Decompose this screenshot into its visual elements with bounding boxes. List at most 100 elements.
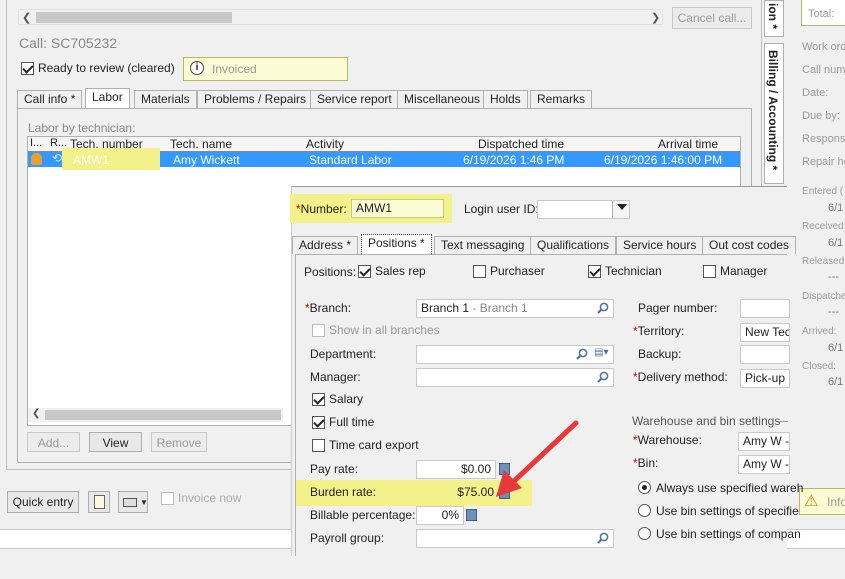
warning-icon: ⚠ bbox=[804, 493, 819, 510]
territory-label: *Territory: bbox=[633, 324, 685, 338]
full-time-checkbox[interactable] bbox=[312, 416, 325, 429]
delivery-method-label: *Delivery method: bbox=[633, 370, 728, 384]
technician-checkbox[interactable] bbox=[588, 265, 601, 278]
payroll-search-icon[interactable] bbox=[597, 532, 609, 544]
billable-percentage-input[interactable]: 0% bbox=[416, 506, 464, 525]
manager-search-icon[interactable] bbox=[597, 371, 609, 383]
sales-rep-label: Sales rep bbox=[375, 264, 426, 278]
total-box: Total: bbox=[801, 0, 845, 26]
department-label: Department: bbox=[310, 347, 377, 361]
bin-input[interactable]: Amy W - A bbox=[738, 455, 790, 474]
field-call-number: Call num bbox=[802, 64, 845, 76]
warehouse-section-divider bbox=[778, 421, 788, 422]
purchaser-checkbox[interactable] bbox=[473, 265, 486, 278]
red-arrow-annotation bbox=[496, 420, 579, 497]
number-input[interactable]: AMW1 bbox=[351, 199, 444, 218]
radio-bin-settings-specified[interactable] bbox=[638, 504, 651, 517]
warehouse-input[interactable]: Amy W - A bbox=[738, 432, 790, 451]
copy-button[interactable] bbox=[88, 491, 110, 513]
printer-icon bbox=[123, 498, 137, 507]
date-closed-label: Closed: bbox=[802, 361, 836, 372]
invoice-now-label: Invoice now bbox=[178, 491, 242, 505]
salary-checkbox[interactable] bbox=[312, 393, 325, 406]
chevron-down-icon bbox=[617, 204, 627, 210]
manager-field-label: Manager: bbox=[310, 370, 361, 384]
vtab-billing-accounting[interactable]: Billing / Accounting * bbox=[764, 43, 784, 184]
full-time-label: Full time bbox=[329, 415, 375, 429]
department-search-icon[interactable] bbox=[576, 348, 588, 360]
invoice-now-checkbox[interactable] bbox=[161, 492, 174, 505]
date-dispatched-label: Dispatched bbox=[802, 291, 845, 302]
date-entered-label: Entered ( bbox=[802, 186, 844, 197]
payroll-group-input[interactable] bbox=[416, 529, 614, 548]
subtab-strip: Address * Positions * Text messaging Qua… bbox=[292, 234, 797, 254]
billable-calculator-icon[interactable] bbox=[466, 509, 477, 521]
pay-rate-label: Pay rate: bbox=[310, 462, 359, 476]
subtab-address[interactable]: Address * bbox=[292, 236, 359, 254]
number-label: *Number: bbox=[296, 202, 347, 216]
quick-entry-button[interactable]: Quick entry bbox=[7, 491, 79, 513]
subtab-text-messaging[interactable]: Text messaging bbox=[434, 236, 532, 254]
vtab-billing-label: Billing / Accounting * bbox=[766, 50, 780, 171]
info-label: Info bbox=[827, 495, 845, 509]
burden-rate-input[interactable]: $75.00 bbox=[416, 484, 496, 503]
show-all-branches-label: Show in all branches bbox=[329, 323, 440, 337]
branch-label: *Branch: bbox=[305, 301, 352, 315]
date-released-value: --- bbox=[828, 271, 839, 283]
print-button[interactable]: ▼ bbox=[118, 491, 148, 513]
date-closed-value: 6/1 bbox=[828, 376, 844, 388]
branch-input[interactable]: Branch 1 - Branch 1 bbox=[416, 299, 614, 318]
vtab-top[interactable]: ion * bbox=[764, 0, 784, 37]
burden-rate-label: Burden rate: bbox=[310, 485, 377, 499]
login-dropdown-button[interactable] bbox=[612, 201, 629, 218]
total-label: Total: bbox=[808, 8, 835, 20]
backup-input[interactable] bbox=[740, 345, 790, 364]
time-card-export-label: Time card export bbox=[329, 438, 419, 452]
department-tree-icon[interactable]: ▤▾ bbox=[594, 347, 610, 360]
warehouse-section-label: Warehouse and bin settings bbox=[632, 414, 781, 428]
field-response: Respons bbox=[802, 133, 845, 145]
branch-search-icon[interactable] bbox=[597, 302, 609, 314]
field-due-by: Due by: bbox=[802, 110, 840, 122]
sales-rep-checkbox[interactable] bbox=[358, 265, 371, 278]
radio-bin-settings-specified-label: Use bin settings of specifie bbox=[656, 504, 799, 518]
date-received-value: 6/1 bbox=[828, 237, 844, 249]
date-released-label: Released: bbox=[802, 256, 845, 267]
warehouse-label: *Warehouse: bbox=[633, 433, 702, 447]
show-all-branches-checkbox[interactable] bbox=[312, 324, 325, 337]
time-card-export-checkbox[interactable] bbox=[312, 439, 325, 452]
login-user-id-label: Login user ID: bbox=[464, 202, 539, 216]
field-date: Date: bbox=[802, 87, 829, 99]
field-repair-hours: Repair ho bbox=[802, 156, 845, 168]
positions-label: Positions: bbox=[304, 265, 357, 279]
branch-description: - Branch 1 bbox=[472, 301, 528, 315]
payroll-group-label: Payroll group: bbox=[310, 531, 385, 545]
subtab-service-hours[interactable]: Service hours bbox=[616, 236, 704, 254]
pay-rate-input[interactable]: $0.00 bbox=[416, 460, 496, 479]
subtab-out-cost-codes[interactable]: Out cost codes bbox=[702, 236, 797, 254]
bin-label: *Bin: bbox=[633, 456, 659, 470]
subtab-positions[interactable]: Positions * bbox=[361, 234, 432, 254]
radio-always-specified-label: Always use specified wareh bbox=[656, 481, 804, 495]
date-dispatched-value: --- bbox=[828, 306, 839, 318]
radio-always-specified[interactable] bbox=[638, 481, 651, 494]
radio-bin-settings-company[interactable] bbox=[638, 527, 651, 540]
territory-input[interactable]: New Tech bbox=[740, 323, 790, 342]
salary-label: Salary bbox=[329, 392, 364, 406]
date-arrived-value: 6/1 bbox=[828, 342, 844, 354]
delivery-method-select[interactable]: Pick-up bbox=[740, 369, 790, 388]
date-entered-value: 6/1 bbox=[828, 202, 844, 214]
technician-label: Technician bbox=[605, 264, 662, 278]
billable-percentage-label: Billable percentage: bbox=[310, 508, 416, 522]
info-box: ⚠ Info bbox=[799, 488, 845, 515]
date-received-label: Received: bbox=[802, 221, 845, 232]
radio-bin-settings-company-label: Use bin settings of compan bbox=[656, 527, 801, 541]
purchaser-label: Purchaser bbox=[490, 264, 545, 278]
manager-checkbox[interactable] bbox=[703, 265, 716, 278]
dropdown-arrow-icon: ▼ bbox=[140, 498, 148, 507]
date-arrived-label: Arrived: bbox=[802, 326, 837, 337]
subtab-qualifications[interactable]: Qualifications bbox=[530, 236, 617, 254]
manager-input[interactable] bbox=[416, 368, 614, 387]
pager-number-input[interactable] bbox=[740, 299, 790, 318]
branch-value: Branch 1 bbox=[421, 301, 470, 315]
